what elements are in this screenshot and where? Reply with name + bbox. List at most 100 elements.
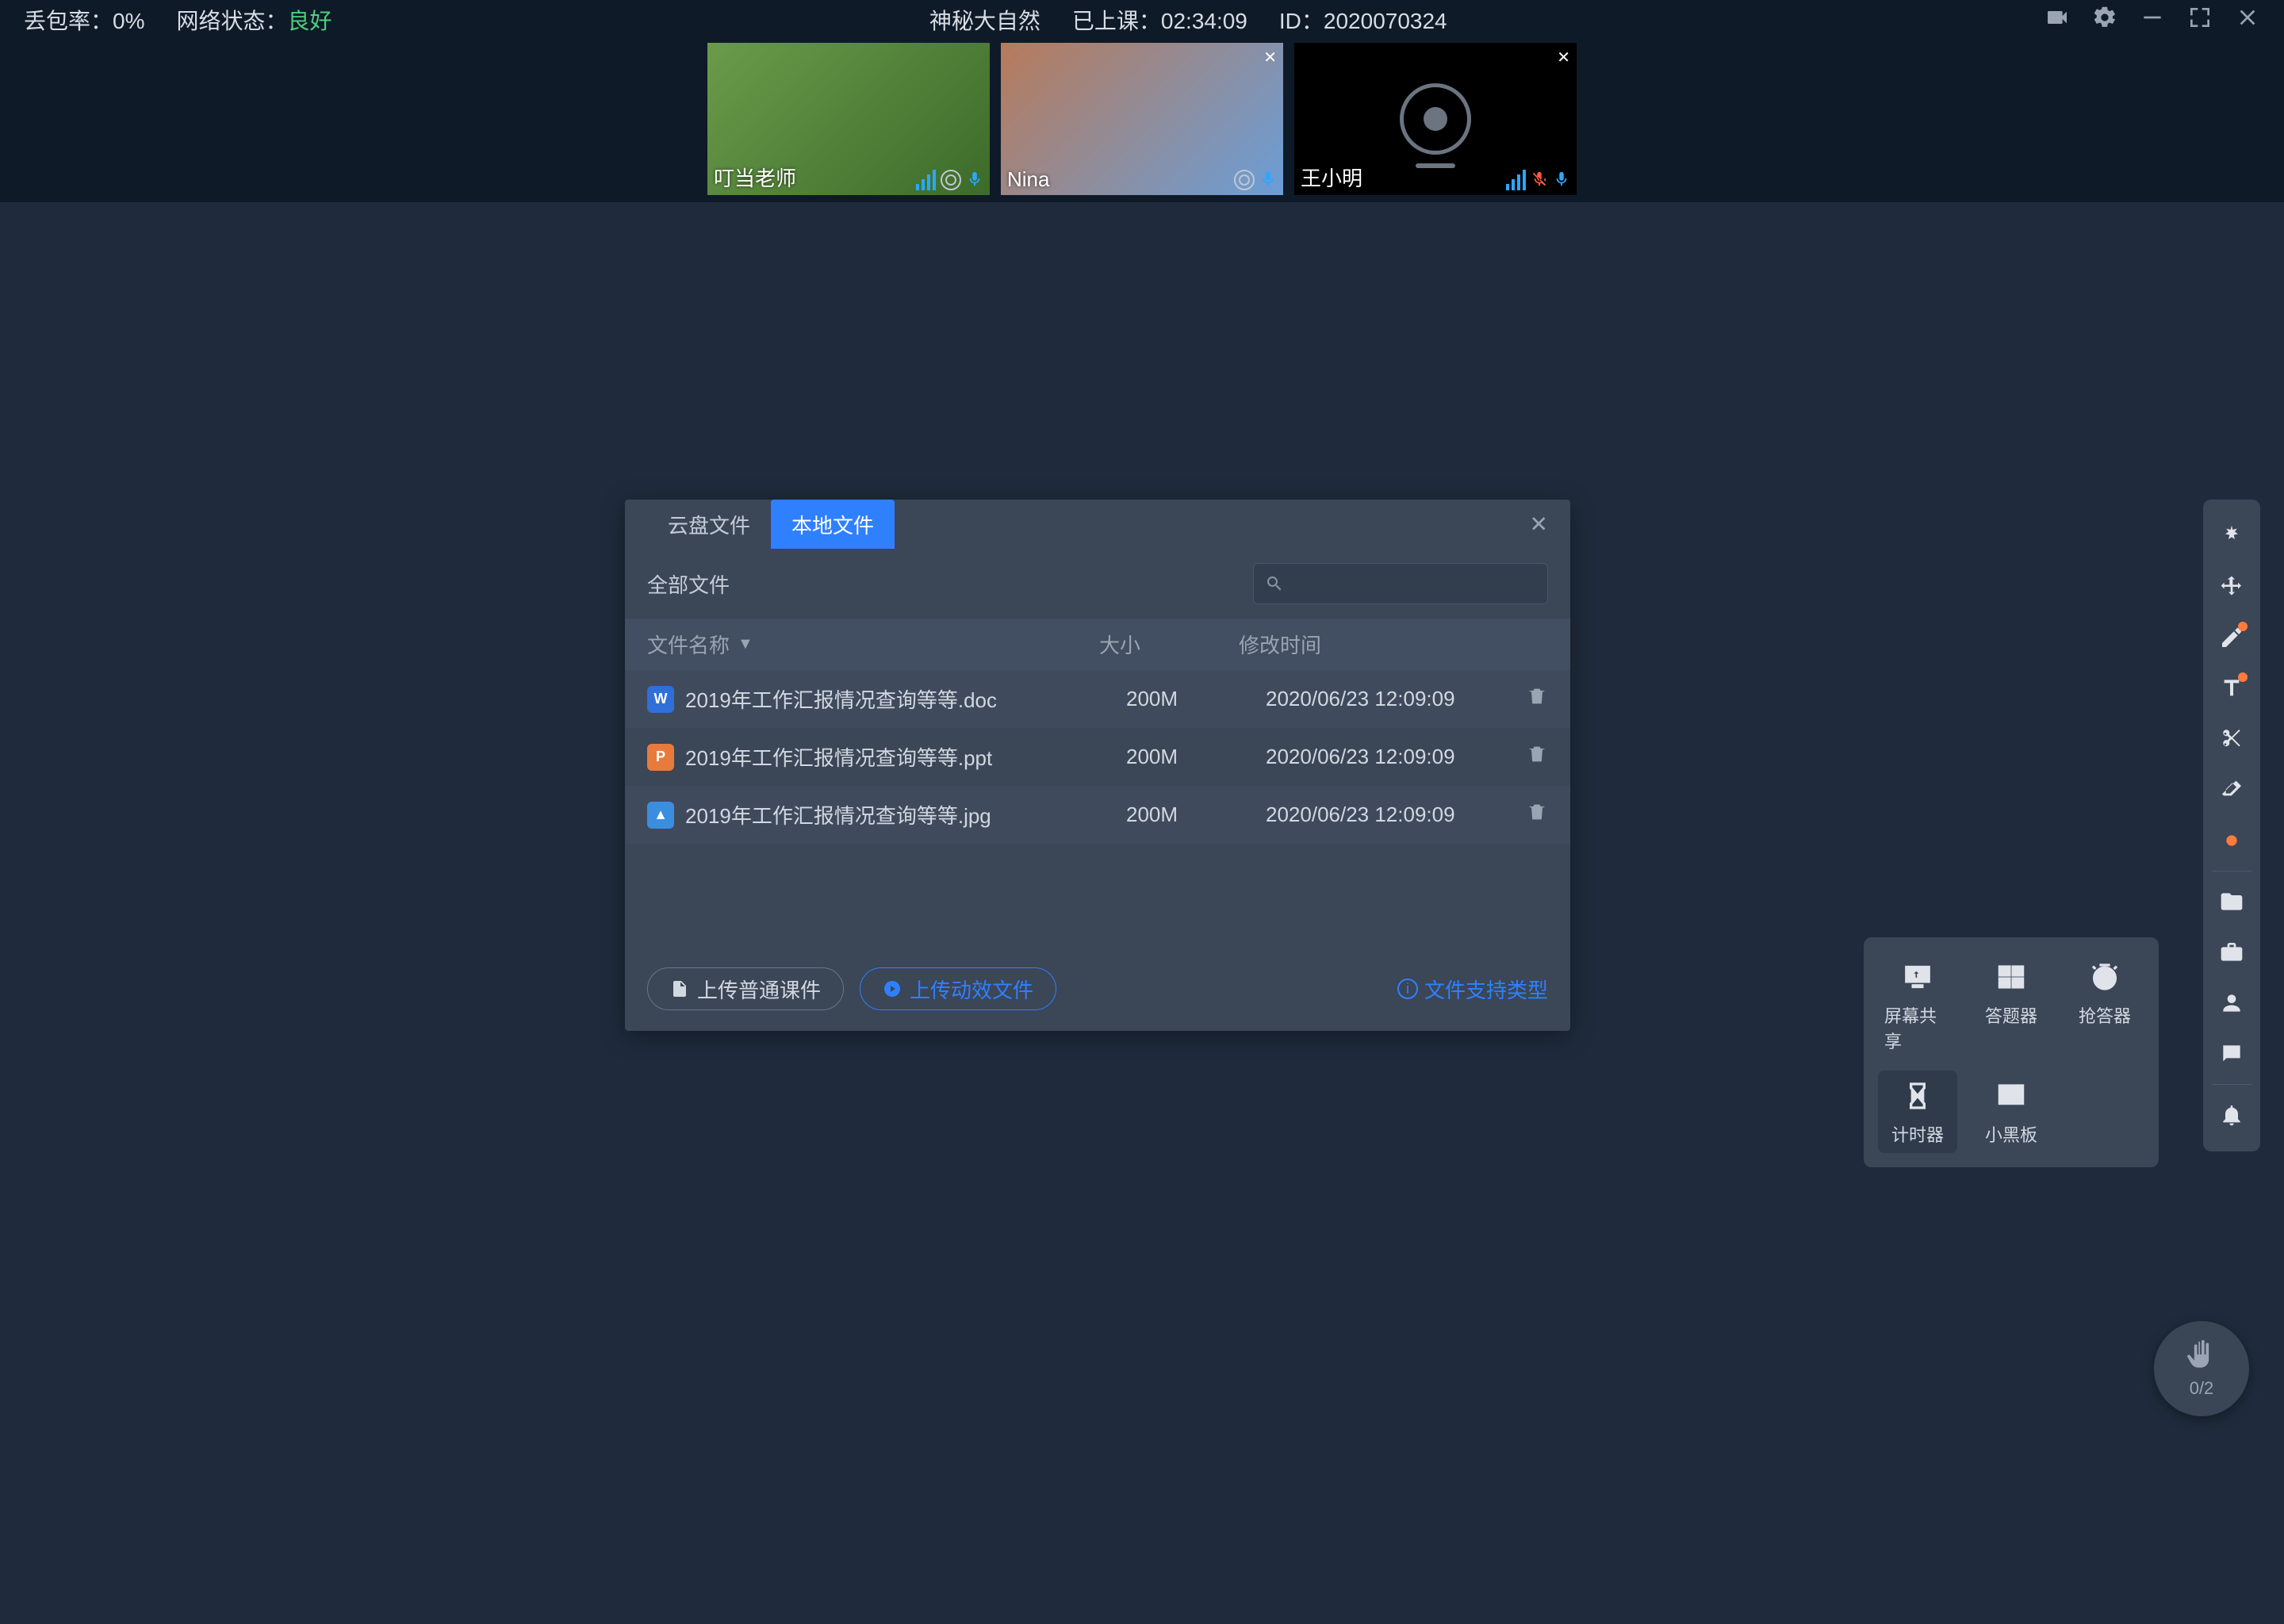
mic-icon[interactable] <box>966 168 983 190</box>
scissors-icon[interactable] <box>2209 717 2254 761</box>
tool-timer[interactable]: 计时器 <box>1878 1071 1957 1153</box>
table-header: 文件名称 ▼ 大小 修改时间 <box>625 619 1570 670</box>
network-status: 网络状态：良好 <box>176 4 331 36</box>
participant-name: Nina <box>1007 167 1049 192</box>
participant-name: 王小明 <box>1301 163 1362 192</box>
file-time: 2020/06/23 12:09:09 <box>1266 802 1508 827</box>
dialog-subheader: 全部文件 <box>625 549 1570 619</box>
folder-icon[interactable] <box>2209 879 2254 924</box>
participant-name: 叮当老师 <box>714 163 796 192</box>
tab-local-files[interactable]: 本地文件 <box>771 500 895 549</box>
eraser-icon[interactable] <box>2209 768 2254 812</box>
net-value: 良好 <box>288 9 332 33</box>
col-size[interactable]: 大小 <box>1099 630 1239 659</box>
file-row[interactable]: ▲ 2019年工作汇报情况查询等等.jpg 200M 2020/06/23 12… <box>625 786 1570 844</box>
svg-text:B: B <box>2015 967 2020 975</box>
tile-controls <box>1506 168 1570 190</box>
laser-pointer-icon[interactable] <box>2209 514 2254 558</box>
separator <box>2212 1084 2251 1085</box>
tile-controls <box>1234 168 1277 190</box>
topbar: 丢包率：0% 网络状态：良好 神秘大自然 已上课：02:34:09 ID：202… <box>0 0 2284 40</box>
mic-muted-icon[interactable] <box>1531 168 1548 190</box>
packet-loss: 丢包率：0% <box>24 4 144 36</box>
tile-controls <box>916 168 983 190</box>
file-list: W 2019年工作汇报情况查询等等.doc 200M 2020/06/23 12… <box>625 670 1570 844</box>
video-strip: 叮当老师 ✕ Nina ✕ 王小明 <box>0 40 2284 202</box>
topbar-center: 神秘大自然 已上课：02:34:09 ID：2020070324 <box>332 4 2044 36</box>
file-name: 2019年工作汇报情况查询等等.jpg <box>685 800 1126 829</box>
globe-icon[interactable] <box>1234 170 1255 190</box>
mic-icon[interactable] <box>1553 168 1570 190</box>
file-row[interactable]: P 2019年工作汇报情况查询等等.ppt 200M 2020/06/23 12… <box>625 728 1570 786</box>
users-icon[interactable] <box>2209 981 2254 1025</box>
svg-text:2+3: 2+3 <box>2005 1090 2021 1101</box>
mic-icon[interactable] <box>1259 168 1277 190</box>
delete-button[interactable] <box>1508 801 1548 829</box>
move-icon[interactable] <box>2209 565 2254 609</box>
timer-icon <box>1899 1077 1937 1115</box>
pen-icon[interactable] <box>2209 615 2254 660</box>
file-support-link[interactable]: i 文件支持类型 <box>1397 975 1548 1004</box>
class-id: ID：2020070324 <box>1279 4 1447 36</box>
upload-normal-button[interactable]: 上传普通课件 <box>647 967 844 1010</box>
color-picker-icon[interactable] <box>2209 818 2254 863</box>
camera-switch-icon[interactable] <box>2044 5 2070 36</box>
blackboard-icon: 2+3 <box>1992 1077 2030 1115</box>
all-files-label[interactable]: 全部文件 <box>647 569 730 599</box>
raise-hand-button[interactable]: 0/2 <box>2154 1321 2249 1416</box>
video-tile-student[interactable]: ✕ 王小明 <box>1294 43 1577 195</box>
col-name[interactable]: 文件名称 ▼ <box>647 630 1099 659</box>
delete-button[interactable] <box>1508 743 1548 771</box>
file-size: 200M <box>1126 687 1266 711</box>
loss-value: 0% <box>113 9 144 33</box>
file-size: 200M <box>1126 745 1266 769</box>
image-icon: ▲ <box>647 802 674 829</box>
volume-bars-icon <box>1506 170 1526 190</box>
screen-share-icon <box>1899 958 1937 996</box>
fullscreen-icon[interactable] <box>2187 5 2213 36</box>
ppt-icon: P <box>647 744 674 771</box>
file-row[interactable]: W 2019年工作汇报情况查询等等.doc 200M 2020/06/23 12… <box>625 670 1570 728</box>
search-input[interactable] <box>1253 563 1548 604</box>
file-size: 200M <box>1126 802 1266 827</box>
hand-count: 0/2 <box>2190 1378 2214 1399</box>
tile-close-icon[interactable]: ✕ <box>1557 48 1570 67</box>
file-time: 2020/06/23 12:09:09 <box>1266 745 1508 769</box>
col-time[interactable]: 修改时间 <box>1239 630 1508 659</box>
chat-icon[interactable] <box>2209 1032 2254 1076</box>
tool-screen-share[interactable]: 屏幕共享 <box>1878 952 1957 1059</box>
globe-icon[interactable] <box>941 170 961 190</box>
tool-sidebar <box>2203 500 2260 1151</box>
close-icon[interactable] <box>2235 5 2260 36</box>
camera-off-icon <box>1400 83 1471 155</box>
class-title: 神秘大自然 <box>929 4 1040 36</box>
delete-button[interactable] <box>1508 685 1548 713</box>
tool-rush-answer[interactable]: 抢答器 <box>2065 952 2144 1059</box>
dialog-close-icon[interactable]: ✕ <box>1530 511 1548 538</box>
tab-cloud-files[interactable]: 云盘文件 <box>647 500 771 549</box>
file-name: 2019年工作汇报情况查询等等.ppt <box>685 742 1126 772</box>
volume-bars-icon <box>916 170 936 190</box>
upload-anim-button[interactable]: 上传动效文件 <box>860 967 1056 1010</box>
doc-icon: W <box>647 686 674 713</box>
settings-icon[interactable] <box>2092 5 2117 36</box>
topbar-right <box>2044 5 2260 36</box>
text-icon[interactable] <box>2209 666 2254 710</box>
dialog-footer: 上传普通课件 上传动效文件 i 文件支持类型 <box>625 947 1570 1031</box>
sort-arrow-icon: ▼ <box>738 635 753 653</box>
video-tile-student[interactable]: ✕ Nina <box>1001 43 1283 195</box>
search-icon <box>1265 574 1284 593</box>
minimize-icon[interactable] <box>2140 5 2165 36</box>
tools-popup: 屏幕共享 AB 答题器 抢答器 计时器 2+3 小黑板 <box>1864 937 2159 1167</box>
topbar-left: 丢包率：0% 网络状态：良好 <box>24 4 332 36</box>
net-label: 网络状态： <box>176 9 287 33</box>
tool-answer[interactable]: AB 答题器 <box>1972 952 2051 1059</box>
dialog-tabs: 云盘文件 本地文件 ✕ <box>625 500 1570 549</box>
bell-icon[interactable] <box>2209 1093 2254 1137</box>
svg-text:A: A <box>2002 967 2006 975</box>
tile-close-icon[interactable]: ✕ <box>1263 48 1277 67</box>
video-tile-teacher[interactable]: 叮当老师 <box>707 43 990 195</box>
toolbox-icon[interactable] <box>2209 930 2254 975</box>
class-time: 已上课：02:34:09 <box>1072 4 1247 36</box>
tool-blackboard[interactable]: 2+3 小黑板 <box>1972 1071 2051 1153</box>
